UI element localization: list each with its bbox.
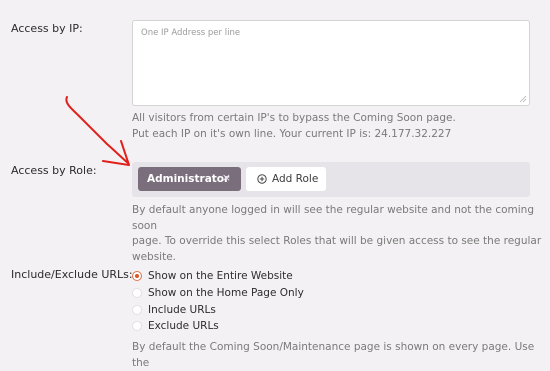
annotation-arrow-icon	[65, 96, 130, 166]
